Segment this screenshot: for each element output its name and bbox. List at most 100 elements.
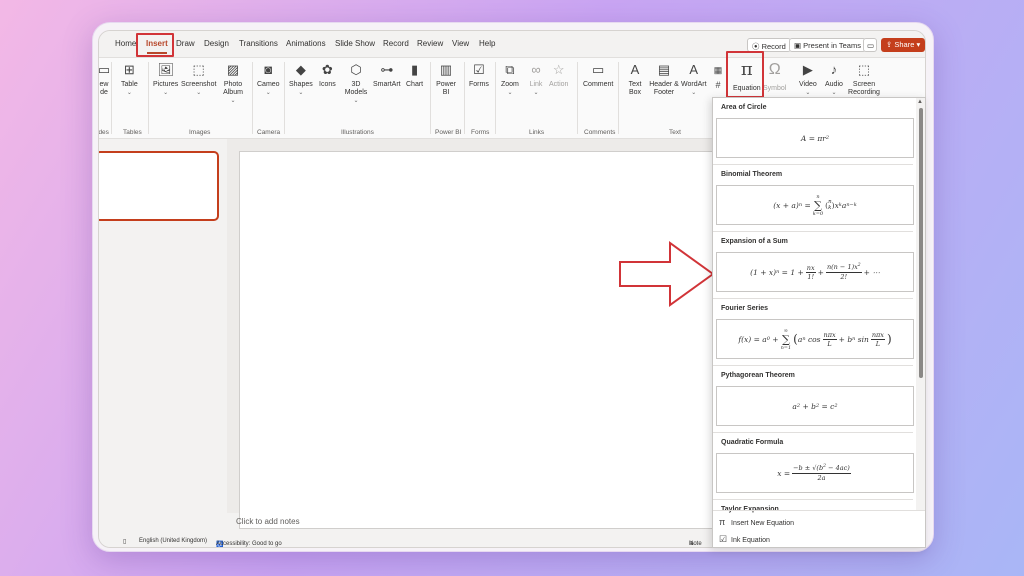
icons-button[interactable]: ✿ Icons bbox=[319, 62, 336, 89]
text-box-icon: A bbox=[630, 62, 640, 77]
photo-album-icon: ▨ bbox=[226, 62, 240, 77]
tab-transitions[interactable]: Transitions bbox=[239, 39, 278, 48]
icons-icon: ✿ bbox=[321, 62, 333, 77]
chevron-down-icon: ⌄ bbox=[298, 90, 304, 96]
equation-title-fourier-series: Fourier Series bbox=[721, 305, 769, 312]
slide-thumbnail-1[interactable] bbox=[99, 151, 219, 221]
cube-icon: ⬡ bbox=[350, 62, 362, 77]
cameo-button[interactable]: ◙ Cameo ⌄ bbox=[257, 62, 280, 97]
group-label-power-bi: Power BI bbox=[435, 129, 462, 136]
screenshot-icon: ⬚ bbox=[192, 62, 205, 77]
text-box-button[interactable]: A Text Box bbox=[625, 62, 645, 97]
tab-help[interactable]: Help bbox=[479, 39, 495, 48]
forms-button[interactable]: ☑ Forms bbox=[469, 62, 489, 89]
shapes-button[interactable]: ◆ Shapes ⌄ bbox=[289, 62, 313, 97]
ink-equation-icon: ☑ bbox=[719, 534, 728, 544]
equation-title-quadratic-formula: Quadratic Formula bbox=[721, 439, 784, 446]
audio-icon: ♪ bbox=[830, 62, 838, 77]
chevron-down-icon: ⌄ bbox=[507, 90, 513, 96]
equation-gallery-dropdown: Area of Circle A = πr 2 Binomial Theorem … bbox=[712, 97, 926, 548]
equation-quadratic-formula[interactable]: x = −b ± √(b2 − 4ac) 2a bbox=[716, 453, 914, 493]
equation-pythagorean-theorem[interactable]: a2 + b2 = c2 bbox=[716, 386, 914, 426]
zoom-button[interactable]: ⧉ Zoom ⌄ bbox=[501, 62, 519, 97]
group-label-forms: Forms bbox=[471, 129, 490, 136]
3d-models-button[interactable]: ⬡ 3D Models ⌄ bbox=[344, 62, 368, 105]
zoom-icon: ⧉ bbox=[505, 62, 515, 77]
equation-title-binomial-theorem: Binomial Theorem bbox=[721, 171, 783, 178]
chevron-down-icon: ⌄ bbox=[265, 90, 271, 96]
chevron-down-icon: ⌄ bbox=[831, 90, 837, 96]
group-label-links: Links bbox=[529, 129, 545, 136]
ink-equation-item[interactable]: ☑ Ink Equation bbox=[719, 534, 770, 545]
wordart-button[interactable]: A WordArt ⌄ bbox=[681, 62, 707, 97]
pi-icon: π bbox=[719, 517, 726, 527]
new-slide-button[interactable]: ▭ ew de bbox=[98, 62, 112, 97]
header-footer-icon: ▤ bbox=[657, 62, 671, 77]
present-in-teams-button[interactable]: ▣ Present in Teams bbox=[789, 38, 866, 52]
chevron-down-icon: ⌄ bbox=[196, 90, 202, 96]
chevron-down-icon: ⌄ bbox=[163, 90, 169, 96]
comment-button[interactable]: ▭ Comment bbox=[583, 62, 613, 89]
insert-new-equation-item[interactable]: π Insert New Equation bbox=[719, 517, 794, 527]
scroll-up-icon[interactable]: ▲ bbox=[917, 99, 923, 105]
equation-area-of-circle[interactable]: A = πr 2 bbox=[716, 118, 914, 158]
group-label-comments: Comments bbox=[584, 129, 616, 136]
comments-icon[interactable]: ▭ bbox=[863, 38, 877, 52]
table-button[interactable]: ⊞ Table ⌄ bbox=[121, 62, 138, 97]
screenshot-button[interactable]: ⬚ Screenshot ⌄ bbox=[181, 62, 216, 97]
new-slide-icon: ▭ bbox=[98, 62, 111, 77]
screen-recording-button[interactable]: ⬚ Screen Recording bbox=[847, 62, 881, 97]
tab-draw[interactable]: Draw bbox=[176, 39, 195, 48]
video-button[interactable]: ▶ Video ⌄ bbox=[799, 62, 817, 97]
language-status[interactable]: English (United Kingdom) bbox=[139, 538, 207, 544]
comment-icon: ▭ bbox=[592, 62, 605, 77]
notes-placeholder[interactable]: Click to add notes bbox=[236, 517, 300, 526]
teams-icon: ▣ bbox=[794, 41, 804, 50]
audio-button[interactable]: ♪ Audio ⌄ bbox=[825, 62, 843, 97]
link-icon: ∞ bbox=[531, 62, 541, 77]
chevron-down-icon: ⌄ bbox=[805, 90, 811, 96]
record-button[interactable]: ⦿ Record bbox=[747, 38, 791, 52]
shapes-icon: ◆ bbox=[295, 62, 306, 77]
video-icon: ▶ bbox=[802, 62, 813, 77]
group-label-slides: ides bbox=[98, 129, 109, 136]
equation-binomial-theorem[interactable]: (x + a) n = n ∑ k=0(n k) x k a n−k bbox=[716, 185, 914, 225]
chevron-down-icon: ⌄ bbox=[353, 98, 359, 104]
tab-design[interactable]: Design bbox=[204, 39, 229, 48]
photo-album-button[interactable]: ▨ Photo Album ⌄ bbox=[219, 62, 247, 105]
group-label-illustrations: Illustrations bbox=[341, 129, 374, 136]
smartart-button[interactable]: ⊶ SmartArt bbox=[373, 62, 401, 89]
ribbon-tab-bar: Home Insert Draw Design Transitions Anim… bbox=[99, 31, 925, 57]
date-time-icon: ▦ bbox=[713, 65, 723, 75]
pictures-button[interactable]: 🖼 Pictures ⌄ bbox=[153, 62, 178, 97]
tab-view[interactable]: View bbox=[452, 39, 469, 48]
gallery-scrollbar[interactable]: ▲ bbox=[916, 98, 925, 510]
insert-tab-highlight bbox=[136, 33, 174, 57]
power-bi-button[interactable]: ▥ Power BI bbox=[435, 62, 457, 97]
slide-number-icon: # bbox=[715, 80, 721, 90]
link-button[interactable]: ∞ Link ⌄ bbox=[528, 62, 544, 97]
action-button[interactable]: ☆ Action bbox=[549, 62, 568, 89]
pictures-icon: 🖼 bbox=[157, 62, 175, 77]
tab-animations[interactable]: Animations bbox=[286, 39, 326, 48]
slide-canvas[interactable] bbox=[239, 151, 729, 529]
share-button[interactable]: ⇪ Share ▾ bbox=[881, 38, 925, 52]
equation-title-area-of-circle: Area of Circle bbox=[721, 104, 767, 111]
spelling-icon[interactable]: ▯ bbox=[123, 538, 126, 545]
omega-icon: Ω bbox=[768, 61, 781, 78]
equation-expansion-of-a-sum[interactable]: (1 + x) n = 1 + nx 1! + n(n − 1)x2 2! + ⋯ bbox=[716, 252, 914, 292]
camera-icon: ◙ bbox=[264, 62, 273, 77]
tab-home[interactable]: Home bbox=[115, 39, 136, 48]
tab-record[interactable]: Record bbox=[383, 39, 409, 48]
header-footer-button[interactable]: ▤ Header & Footer bbox=[649, 62, 679, 97]
tab-slide-show[interactable]: Slide Show bbox=[335, 39, 375, 48]
chart-icon: ▮ bbox=[410, 62, 419, 77]
tab-review[interactable]: Review bbox=[417, 39, 443, 48]
group-label-tables: Tables bbox=[123, 129, 142, 136]
power-bi-icon: ▥ bbox=[439, 62, 453, 77]
equation-fourier-series[interactable]: f(x) = a0 + ∞ ∑ n=1(a n cos nπx L + bn sin nπx… bbox=[716, 319, 914, 359]
chart-button[interactable]: ▮ Chart bbox=[406, 62, 423, 89]
scrollbar-thumb[interactable] bbox=[919, 108, 923, 378]
symbol-button[interactable]: Ω Symbol bbox=[763, 62, 786, 93]
slide-thumbnail-pane bbox=[99, 139, 227, 515]
